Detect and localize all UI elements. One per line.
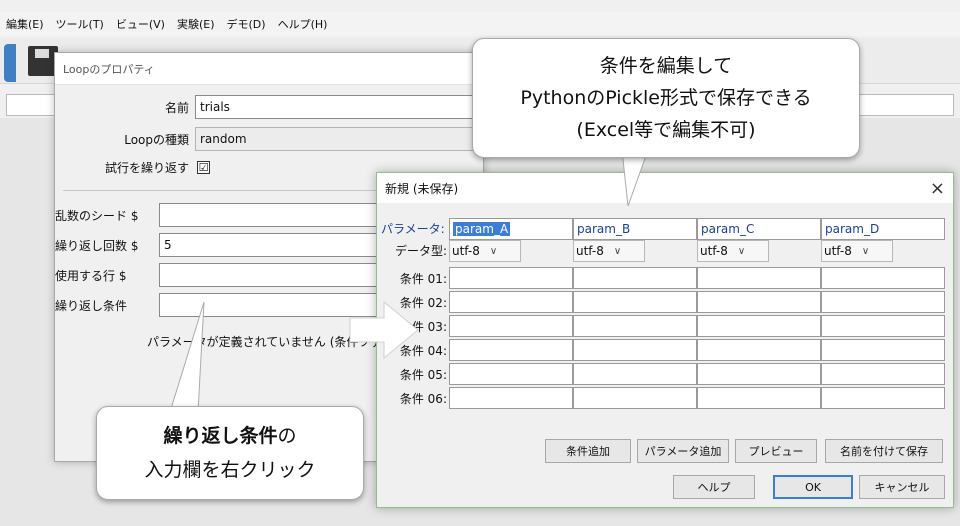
param-label: パラメータ: — [381, 222, 445, 236]
condition-cell[interactable] — [697, 339, 821, 361]
callout-line: 入力欄を右クリック — [144, 459, 316, 481]
loop-type-row: Loopの種類 random — [55, 127, 475, 151]
condition-cell[interactable] — [821, 291, 945, 313]
loop-type-select[interactable]: random — [195, 127, 475, 151]
save-as-button[interactable]: 名前を付けて保存 — [825, 439, 943, 463]
condition-cell[interactable] — [697, 267, 821, 289]
add-parameter-button[interactable]: パラメータ追加 — [637, 439, 729, 463]
condition-cell[interactable] — [697, 363, 821, 385]
callout-emphasis: 繰り返し条件 — [163, 425, 278, 447]
condition-row-label: 条件 06: — [399, 392, 447, 406]
chevron-down-icon: ∨ — [489, 245, 498, 257]
menu-help[interactable]: ヘルプ(H) — [278, 16, 328, 32]
condition-cell[interactable] — [821, 315, 945, 337]
menubar: 編集(E) ツール(T) ビュー(V) 実験(E) デモ(D) ヘルプ(H) — [0, 12, 960, 36]
dtype-value: utf-8 — [824, 244, 852, 258]
condition-cell[interactable] — [449, 339, 573, 361]
callout-line: (Excel等で編集不可) — [576, 119, 756, 141]
condition-cell[interactable] — [573, 267, 697, 289]
condition-row-label: 条件 01: — [399, 272, 447, 286]
help-button[interactable]: ヘルプ — [673, 475, 755, 499]
conditions-editor-dialog: 新規 (未保存) × パラメータ: param_A param_B param_… — [376, 172, 954, 508]
dtype-select[interactable]: utf-8 ∨ — [449, 240, 521, 262]
repeat-checkbox[interactable]: ☑ — [197, 161, 210, 174]
dtype-select[interactable]: utf-8 ∨ — [573, 240, 645, 262]
seed-label: 乱数のシード $ — [55, 208, 139, 223]
ok-button[interactable]: OK — [773, 475, 853, 499]
param-name-cell[interactable]: param_B — [573, 218, 697, 240]
condition-cell[interactable] — [449, 387, 573, 409]
callout-line: 条件を編集して — [599, 55, 733, 77]
cancel-button[interactable]: キャンセル — [859, 475, 945, 499]
param-name-cell[interactable]: param_A — [449, 218, 573, 240]
condition-row-label: 条件 03: — [399, 320, 447, 334]
param-name-text: param_A — [453, 222, 511, 236]
condition-cell[interactable] — [821, 267, 945, 289]
condition-row-label: 条件 02: — [399, 296, 447, 310]
condition-row-label: 条件 05: — [399, 368, 447, 382]
chevron-down-icon: ∨ — [613, 245, 622, 257]
window-edge — [4, 44, 16, 82]
dtype-value: utf-8 — [700, 244, 728, 258]
menu-demos[interactable]: デモ(D) — [227, 16, 266, 32]
condition-cell[interactable] — [573, 339, 697, 361]
chevron-down-icon: ∨ — [861, 245, 870, 257]
dtype-value: utf-8 — [452, 244, 480, 258]
dialog-title: 新規 (未保存) — [385, 181, 459, 196]
condition-cell[interactable] — [573, 315, 697, 337]
condition-cell[interactable] — [697, 291, 821, 313]
background-field — [6, 94, 56, 116]
callout-line: 繰り返し条件の — [163, 419, 296, 453]
dtype-select[interactable]: utf-8 ∨ — [697, 240, 769, 262]
name-label: 名前 — [164, 100, 189, 115]
condition-cell[interactable] — [573, 387, 697, 409]
preview-button[interactable]: プレビュー — [735, 439, 817, 463]
condition-cell[interactable] — [449, 363, 573, 385]
name-field[interactable]: trials — [195, 95, 475, 119]
repeat-label: 試行を繰り返す — [104, 161, 189, 175]
callout-bottom: 繰り返し条件の 入力欄を右クリック — [96, 406, 364, 500]
param-name-cell[interactable]: param_D — [821, 218, 945, 240]
callout-text: の — [277, 425, 297, 447]
name-row: 名前 trials — [55, 95, 475, 119]
dtype-label: データ型: — [394, 244, 447, 258]
param-name-cell[interactable]: param_C — [697, 218, 821, 240]
conditions-label: 繰り返し条件 — [55, 298, 128, 313]
no-params-message: パラメータが定義されていません (条件ファ — [147, 335, 383, 349]
add-condition-button[interactable]: 条件追加 — [545, 439, 631, 463]
nreps-label: 繰り返し回数 $ — [55, 238, 139, 253]
chevron-down-icon: ∨ — [737, 245, 746, 257]
condition-cell[interactable] — [573, 363, 697, 385]
condition-cell[interactable] — [449, 291, 573, 313]
callout-top: 条件を編集して PythonのPickle形式で保存できる (Excel等で編集… — [472, 38, 860, 158]
menu-view[interactable]: ビュー(V) — [116, 16, 165, 32]
dtype-select[interactable]: utf-8 ∨ — [821, 240, 893, 262]
condition-cell[interactable] — [449, 315, 573, 337]
condition-cell[interactable] — [449, 267, 573, 289]
dialog-titlebar: 新規 (未保存) × — [377, 173, 953, 203]
dtype-value: utf-8 — [576, 244, 604, 258]
callout-line: PythonのPickle形式で保存できる — [520, 87, 812, 109]
condition-cell[interactable] — [697, 387, 821, 409]
condition-cell[interactable] — [821, 387, 945, 409]
close-icon[interactable]: × — [930, 178, 945, 199]
repeat-row: 試行を繰り返す ☑ — [55, 159, 210, 176]
loop-type-label: Loopの種類 — [124, 132, 189, 147]
dialog-title: Loopのプロパティ — [55, 53, 483, 85]
rows-label: 使用する行 $ — [55, 268, 127, 283]
menu-edit[interactable]: 編集(E) — [6, 16, 44, 32]
condition-cell[interactable] — [821, 363, 945, 385]
condition-cell[interactable] — [697, 315, 821, 337]
condition-row-label: 条件 04: — [399, 344, 447, 358]
menu-experiment[interactable]: 実験(E) — [177, 16, 215, 32]
condition-cell[interactable] — [821, 339, 945, 361]
condition-cell[interactable] — [573, 291, 697, 313]
menu-tools[interactable]: ツール(T) — [56, 16, 104, 32]
